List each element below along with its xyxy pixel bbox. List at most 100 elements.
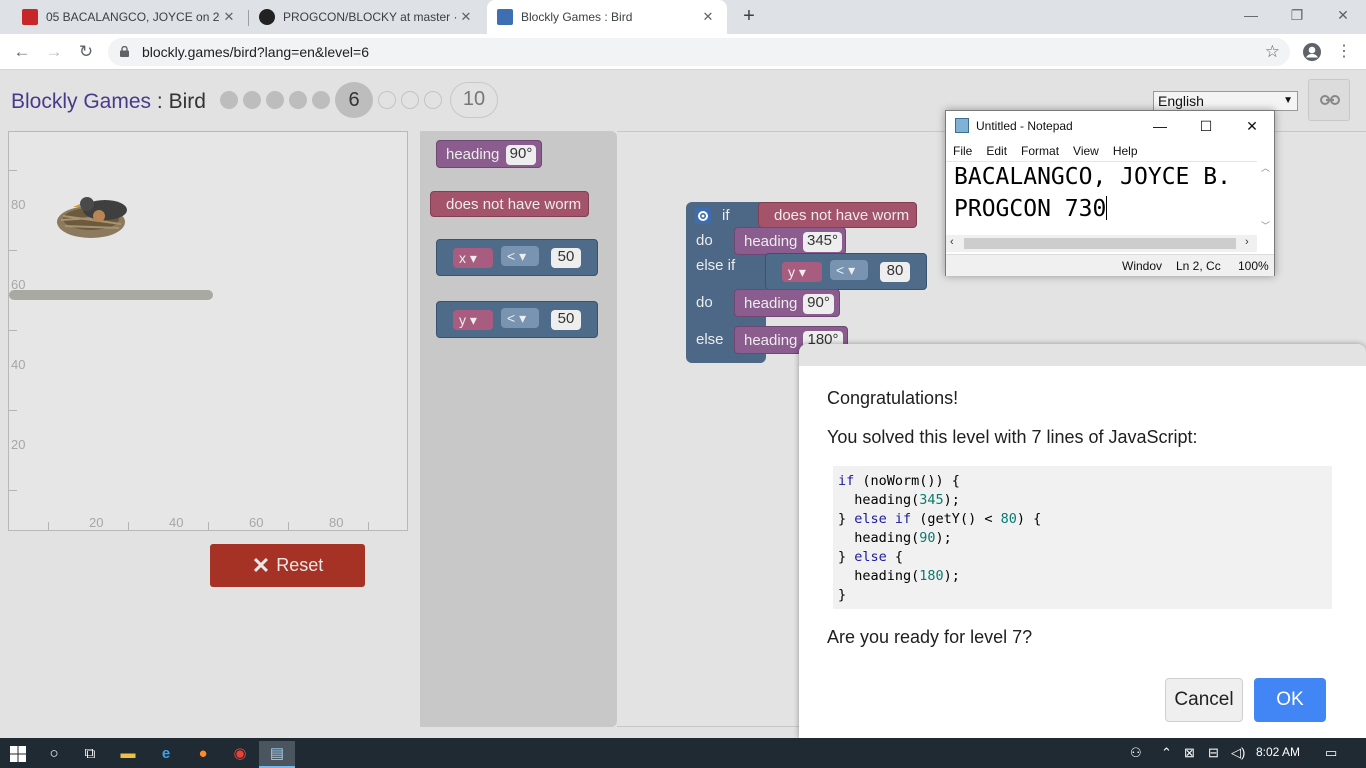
menu-edit[interactable]: Edit: [979, 141, 1014, 161]
heading-value-field[interactable]: 90°: [506, 145, 536, 165]
close-window-icon[interactable]: ✕: [1320, 0, 1366, 30]
security-icon[interactable]: ⊠: [1184, 745, 1195, 761]
notifications-icon[interactable]: ▭: [1325, 745, 1337, 761]
vertical-scrollbar[interactable]: ︿ ﹀: [1257, 161, 1274, 243]
firefox-icon[interactable]: ●: [185, 741, 221, 768]
menu-view[interactable]: View: [1066, 141, 1106, 161]
heading-value-field[interactable]: 345°: [803, 232, 842, 252]
menu-help[interactable]: Help: [1106, 141, 1145, 161]
volume-icon[interactable]: ◁): [1231, 745, 1245, 761]
cancel-button[interactable]: Cancel: [1165, 678, 1243, 722]
status-position: Ln 2, Cc: [1176, 259, 1221, 273]
scroll-left-icon[interactable]: ‹: [950, 236, 954, 248]
tab-blockly-bird[interactable]: Blockly Games : Bird ✕: [487, 0, 727, 34]
toolbox-heading-block[interactable]: heading 90°: [436, 140, 542, 168]
scrollbar-thumb[interactable]: [964, 238, 1236, 249]
windows-start-icon[interactable]: [10, 746, 26, 762]
network-icon[interactable]: ⊟: [1208, 745, 1219, 761]
operator-dropdown[interactable]: < ▾: [501, 308, 539, 328]
compare-value-field[interactable]: 50: [551, 310, 581, 330]
edge-icon[interactable]: e: [148, 741, 184, 768]
operator: <: [507, 248, 516, 264]
chevron-up-icon[interactable]: ⌃: [1161, 745, 1172, 761]
x-tick-label: 20: [89, 515, 104, 530]
level-dot-4[interactable]: [289, 91, 307, 109]
profile-icon[interactable]: [1302, 42, 1322, 62]
condition-compare-y-block[interactable]: y ▾ < ▾ 80: [765, 253, 927, 290]
ok-button[interactable]: OK: [1254, 678, 1326, 722]
tab-classroom[interactable]: 05 BACALANGCO, JOYCE on 2019 ✕: [12, 0, 248, 34]
chrome-icon[interactable]: ◉: [222, 741, 258, 768]
level-dot-8[interactable]: [401, 91, 419, 109]
heading-value-field[interactable]: 90°: [803, 294, 834, 314]
notepad-titlebar[interactable]: Untitled - Notepad — ☐ ✕: [946, 111, 1274, 141]
maximize-icon[interactable]: ☐: [1183, 111, 1229, 141]
code-line: heading(90);: [838, 530, 952, 546]
back-icon[interactable]: ←: [10, 40, 34, 64]
level-dot-7[interactable]: [378, 91, 396, 109]
brand-name[interactable]: Blockly Games: [11, 90, 151, 113]
people-icon[interactable]: ⚇: [1130, 745, 1142, 761]
toolbox-no-worm-block[interactable]: does not have worm: [430, 191, 589, 217]
heading-345-block[interactable]: heading 345°: [734, 227, 846, 255]
close-icon[interactable]: ✕: [1229, 111, 1275, 141]
close-tab-icon[interactable]: ✕: [220, 9, 238, 25]
level-dot-5[interactable]: [312, 91, 330, 109]
var-y-dropdown[interactable]: y ▾: [782, 262, 822, 282]
tab-title: PROGCON/BLOCKY at master · Jo: [283, 10, 457, 24]
browser-menu-icon[interactable]: ⋮: [1332, 40, 1356, 64]
operator: <: [836, 262, 845, 278]
minimize-icon[interactable]: —: [1228, 0, 1274, 30]
x-tick: [48, 522, 49, 530]
current-level[interactable]: 6: [335, 82, 373, 118]
var-y-dropdown[interactable]: y ▾: [453, 310, 493, 330]
level-last[interactable]: 10: [450, 82, 498, 118]
file-explorer-icon[interactable]: ▬: [110, 741, 146, 768]
link-button[interactable]: [1308, 79, 1350, 121]
tab-github[interactable]: PROGCON/BLOCKY at master · Jo ✕: [249, 0, 485, 34]
var-x-dropdown[interactable]: x ▾: [453, 248, 493, 268]
scroll-right-icon[interactable]: ›: [1245, 236, 1249, 248]
notepad-text-area[interactable]: BACALANGCO, JOYCE B. PROGCON 730: [946, 161, 1274, 243]
menu-file[interactable]: File: [946, 141, 979, 161]
scroll-up-icon[interactable]: ︿: [1261, 161, 1270, 174]
address-bar[interactable]: blockly.games/bird?lang=en&level=6 ☆: [108, 38, 1290, 66]
tab-title: 05 BACALANGCO, JOYCE on 2019: [46, 10, 220, 24]
condition-no-worm-block[interactable]: does not have worm: [758, 202, 917, 228]
reset-button[interactable]: ✕ Reset: [210, 544, 365, 587]
x-tick: [288, 522, 289, 530]
new-tab-icon[interactable]: +: [738, 5, 760, 27]
operator-dropdown[interactable]: < ▾: [830, 260, 868, 280]
heading-90-block[interactable]: heading 90°: [734, 289, 840, 317]
close-tab-icon[interactable]: ✕: [699, 9, 717, 25]
code-line: } else {: [838, 549, 904, 565]
taskbar-clock[interactable]: 8:02 AM: [1256, 745, 1300, 759]
compare-value-field[interactable]: 50: [551, 248, 581, 268]
y-tick-label: 20: [11, 437, 26, 452]
task-view-icon[interactable]: ⧉: [72, 741, 108, 768]
bookmark-star-icon[interactable]: ☆: [1265, 42, 1280, 62]
forward-icon[interactable]: →: [42, 40, 66, 64]
level-dot-2[interactable]: [243, 91, 261, 109]
level-dot-3[interactable]: [266, 91, 284, 109]
close-tab-icon[interactable]: ✕: [457, 9, 475, 25]
level-dot-1[interactable]: [220, 91, 238, 109]
gear-icon[interactable]: [695, 208, 711, 224]
scroll-down-icon[interactable]: ﹀: [1261, 219, 1270, 232]
horizontal-scrollbar[interactable]: ‹ ›: [946, 235, 1257, 252]
restore-icon[interactable]: ❐: [1274, 0, 1320, 30]
level-dot-9[interactable]: [424, 91, 442, 109]
toolbox-compare-x-block[interactable]: x ▾ < ▾ 50: [436, 239, 598, 276]
reload-icon[interactable]: ↻: [74, 40, 98, 64]
operator-dropdown[interactable]: < ▾: [501, 246, 539, 266]
search-icon[interactable]: ○: [36, 741, 72, 768]
language-select[interactable]: English ▼: [1153, 91, 1298, 111]
menu-format[interactable]: Format: [1014, 141, 1066, 161]
minimize-icon[interactable]: —: [1137, 111, 1183, 141]
reset-label: Reset: [276, 555, 324, 575]
dialog-message: You solved this level with 7 lines of Ja…: [827, 427, 1198, 447]
page-title[interactable]: Blockly Games : Bird: [11, 90, 206, 114]
notepad-taskbar-icon[interactable]: ▤: [259, 741, 295, 768]
toolbox-compare-y-block[interactable]: y ▾ < ▾ 50: [436, 301, 598, 338]
compare-value-field[interactable]: 80: [880, 262, 910, 282]
